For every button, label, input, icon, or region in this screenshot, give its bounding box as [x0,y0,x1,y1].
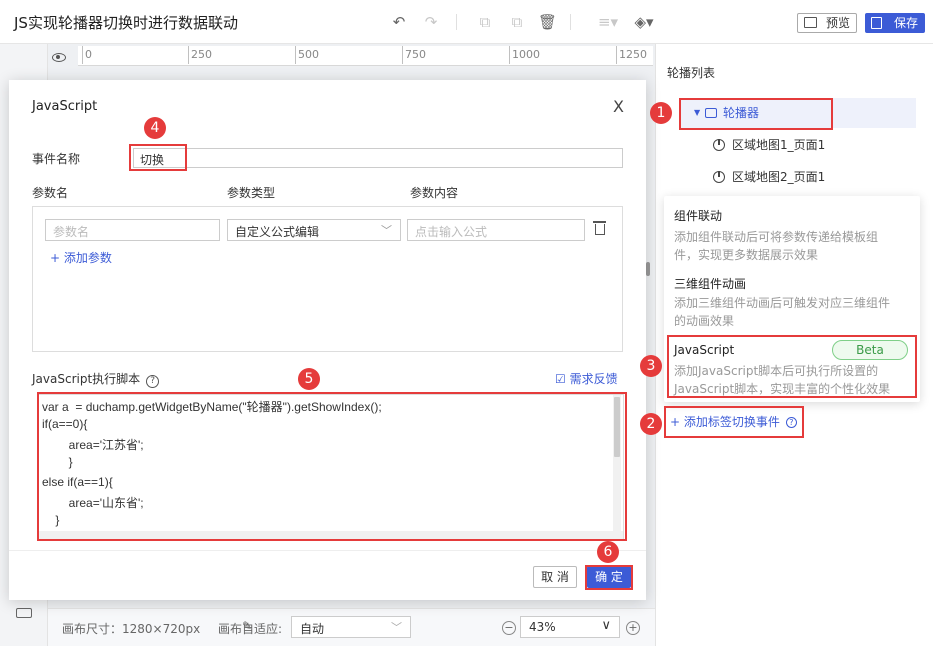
undo-icon[interactable]: ↶ [390,13,408,31]
save-icon [871,17,882,29]
copy-icon[interactable]: ⧉ [476,13,494,31]
pie-chart-icon [713,171,725,183]
edit-icon: ☑ [555,372,566,386]
menu-item-desc: 添加三维组件动画后可触发对应三维组件的动画效果 [674,296,891,328]
tree-item-map1[interactable]: 区域地图1_页面1 [680,130,916,160]
zoom-out-button[interactable]: − [502,621,516,635]
dialog-title: JavaScript [32,99,98,114]
param-type-value: 自定义公式编辑 [235,225,320,239]
script-label-text: JavaScript执行脚本 [32,372,141,386]
menu-item-desc: 添加组件联动后可将参数传递给模板组件，实现更多数据展示效果 [674,230,879,262]
ruler-tick [188,46,189,64]
zoom-value: 43% [529,620,556,634]
param-value-placeholder: 点击输入公式 [415,225,488,239]
param-value-header: 参数内容 [410,186,459,200]
param-type-header: 参数类型 [227,186,276,200]
save-label: 保存 [893,16,918,30]
annotation-box-6 [585,565,633,590]
script-label: JavaScript执行脚本? [32,370,160,388]
toolbar-divider [570,14,571,30]
param-type-select[interactable]: 自定义公式编辑 ﹀ [227,219,401,241]
top-toolbar: JS实现轮播器切换时进行数据联动 ↶ ↷ ⧉ ⧉ 🗑 ≡▾ ◈▾ 预览 保存 [0,0,933,44]
fit-label-text: 画布自适应: [218,622,283,636]
tree-item-map2[interactable]: 区域地图2_页面1 [680,162,916,192]
fit-select[interactable]: 自动 ﹀ [291,616,411,638]
tree-item-label: 区域地图2_页面1 [732,170,826,184]
ruler-label: 750 [405,48,426,61]
ruler-label: 1000 [512,48,540,61]
step-badge-6: 6 [597,541,619,563]
close-icon[interactable]: X [613,97,624,116]
horizontal-ruler: 0 250 500 750 1000 1250 [78,46,653,66]
delete-icon[interactable]: 🗑 [538,13,557,31]
canvas-size-label: 画布尺寸：1280×720px [62,622,201,636]
zoom-select[interactable]: 43% ∨ [520,616,620,638]
param-table: 参数名 自定义公式编辑 ﹀ 点击输入公式 + 添加参数 [32,206,623,352]
ruler-tick [402,46,403,64]
layer-icon[interactable]: ◈▾ [632,13,656,31]
annotation-box-4 [129,144,187,171]
chevron-down-icon: ﹀ [381,224,392,237]
ruler-label: 0 [85,48,92,61]
step-badge-2: 2 [640,413,662,435]
ruler-tick [82,46,83,64]
event-name-input[interactable]: 切换 [133,148,623,168]
feedback-label: 需求反馈 [569,372,618,386]
ruler-tick [295,46,296,64]
step-badge-3: 3 [640,355,662,377]
preview-button[interactable]: 预览 [797,13,857,33]
ruler-label: 1250 [619,48,647,61]
param-name-header: 参数名 [32,186,69,200]
zoom-in-button[interactable]: + [626,621,640,635]
step-badge-4: 4 [144,117,166,139]
tree-item-label: 区域地图1_页面1 [732,138,826,152]
menu-item-3d-animation[interactable]: 三维组件动画 [674,275,746,292]
param-name-placeholder: 参数名 [53,225,90,239]
param-name-input[interactable]: 参数名 [45,219,220,241]
fit-select-value: 自动 [300,622,325,636]
step-badge-1: 1 [650,102,672,124]
page-title: JS实现轮播器切换时进行数据联动 [14,14,238,32]
monitor-icon [804,17,817,28]
align-icon[interactable]: ≡▾ [596,13,620,31]
ruler-tick [616,46,617,64]
dialog-divider [9,550,646,551]
pie-chart-icon [713,139,725,151]
annotation-box-1 [679,98,833,130]
annotation-box-5 [37,392,627,541]
redo-icon[interactable]: ↷ [422,13,440,31]
chevron-down-icon: ∨ [601,618,611,633]
fit-label: 画布自适应: [218,620,282,637]
keyboard-icon[interactable] [16,608,32,618]
event-name-label: 事件名称 [32,152,81,166]
canvas-scrollbar[interactable] [646,262,650,276]
trash-icon[interactable] [593,221,606,235]
step-badge-5: 5 [298,368,320,390]
save-button[interactable]: 保存 [865,13,925,33]
carousel-list-title: 轮播列表 [667,66,716,80]
bottom-bar: 画布尺寸：1280×720px ✎ 画布自适应: 自动 ﹀ − 43% ∨ + [48,608,655,646]
annotation-box-3 [667,335,917,398]
menu-item-component-link[interactable]: 组件联动 [674,207,722,224]
toolbar-divider [456,14,457,30]
ruler-label: 250 [191,48,212,61]
annotation-box-2 [664,406,804,438]
paste-icon[interactable]: ⧉ [508,13,526,31]
chevron-down-icon: ﹀ [391,621,402,634]
param-value-input[interactable]: 点击输入公式 [407,219,585,241]
ruler-label: 500 [298,48,319,61]
feedback-link[interactable]: ☑ 需求反馈 [555,370,618,387]
cancel-button[interactable]: 取 消 [533,566,577,588]
preview-label: 预览 [825,16,850,30]
ruler-tick [509,46,510,64]
eye-icon[interactable] [52,53,66,62]
help-icon[interactable]: ? [146,375,160,388]
add-param-button[interactable]: + 添加参数 [50,249,112,266]
